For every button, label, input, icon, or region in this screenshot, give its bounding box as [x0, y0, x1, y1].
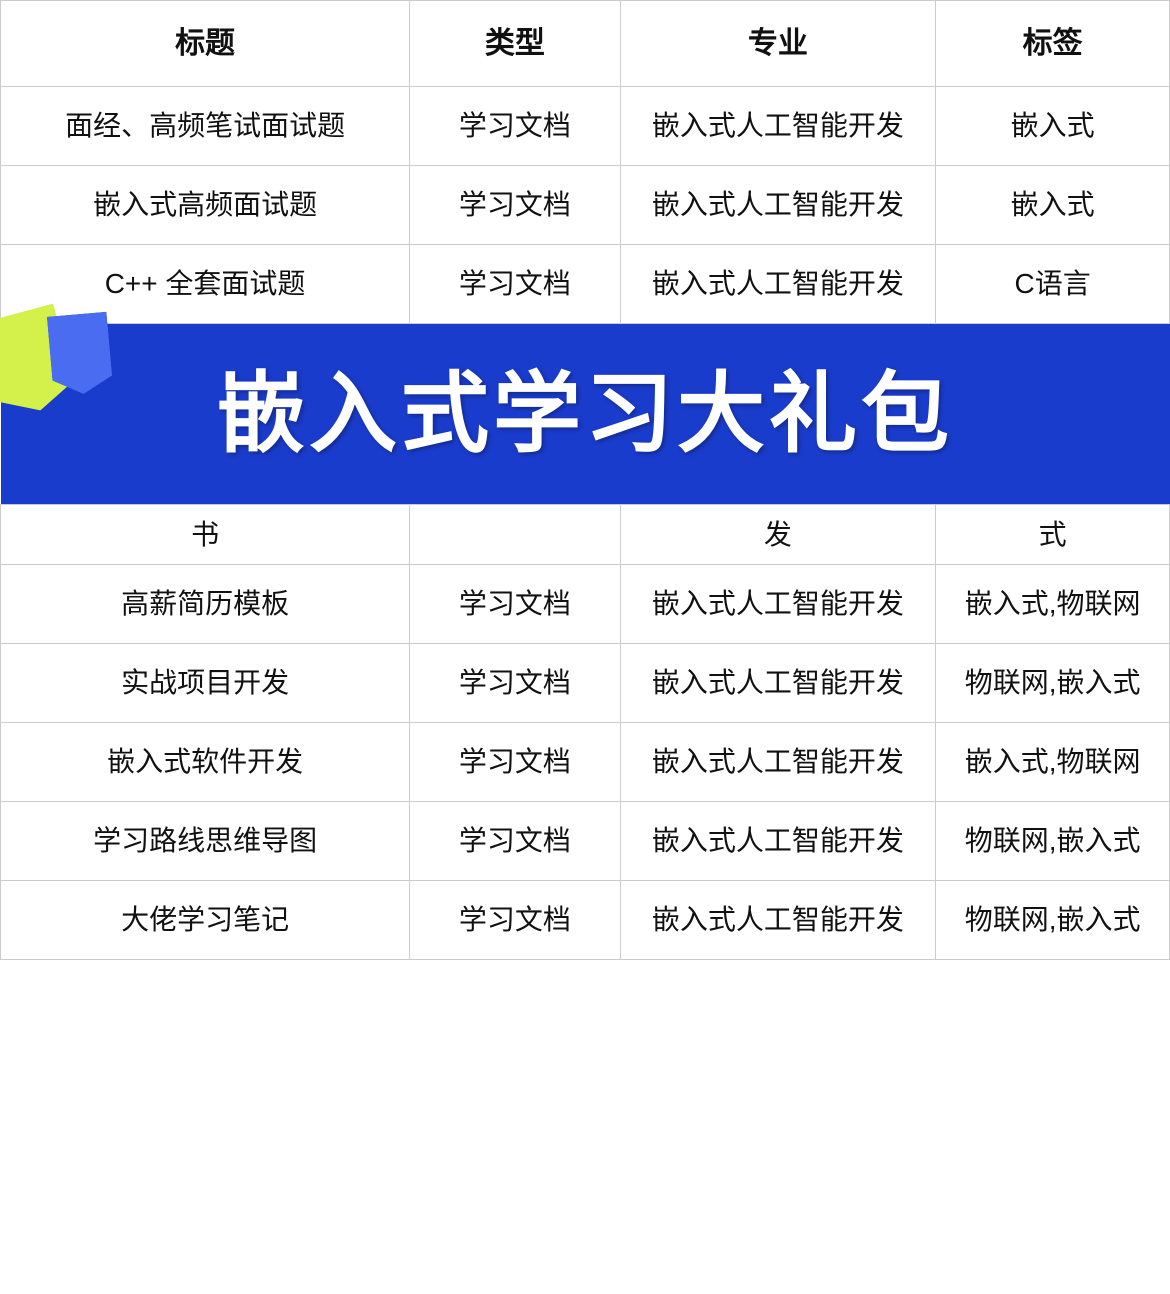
- cell-type-partial: [410, 505, 620, 565]
- cell-title: 面经、高频笔试面试题: [1, 87, 410, 166]
- header-title: 标题: [1, 1, 410, 87]
- cell-major: 嵌入式人工智能开发: [620, 565, 936, 644]
- cell-major: 嵌入式人工智能开发: [620, 166, 936, 245]
- banner-row: 嵌入式学习大礼包: [1, 324, 1170, 505]
- cell-type: 学习文档: [410, 87, 620, 166]
- header-type: 类型: [410, 1, 620, 87]
- cell-title: 学习路线思维导图: [1, 802, 410, 881]
- table-row-partial: 书 发 式: [1, 505, 1170, 565]
- banner-cell-container: 嵌入式学习大礼包: [1, 324, 1170, 505]
- table-row: 嵌入式高频面试题 学习文档 嵌入式人工智能开发 嵌入式: [1, 166, 1170, 245]
- cell-tag: 物联网,嵌入式: [936, 881, 1170, 960]
- cell-title: 实战项目开发: [1, 644, 410, 723]
- cell-title: 嵌入式软件开发: [1, 723, 410, 802]
- cell-tag: 物联网,嵌入式: [936, 644, 1170, 723]
- cell-type: 学习文档: [410, 166, 620, 245]
- cell-major: 嵌入式人工智能开发: [620, 802, 936, 881]
- table-row: 高薪简历模板 学习文档 嵌入式人工智能开发 嵌入式,物联网: [1, 565, 1170, 644]
- banner-cell: 嵌入式学习大礼包: [1, 324, 1170, 504]
- cell-tag-partial: 式: [936, 505, 1170, 565]
- table-row: 大佬学习笔记 学习文档 嵌入式人工智能开发 物联网,嵌入式: [1, 881, 1170, 960]
- cell-major: 嵌入式人工智能开发: [620, 881, 936, 960]
- cell-title-partial: 书: [1, 505, 410, 565]
- cell-tag: C语言: [936, 245, 1170, 324]
- cell-title: C++ 全套面试题: [1, 245, 410, 324]
- cell-tag: 嵌入式: [936, 166, 1170, 245]
- cell-major: 嵌入式人工智能开发: [620, 644, 936, 723]
- table-header-row: 标题 类型 专业 标签: [1, 1, 1170, 87]
- cell-major: 嵌入式人工智能开发: [620, 87, 936, 166]
- header-tag: 标签: [936, 1, 1170, 87]
- table-row: 嵌入式软件开发 学习文档 嵌入式人工智能开发 嵌入式,物联网: [1, 723, 1170, 802]
- cell-major: 嵌入式人工智能开发: [620, 245, 936, 324]
- cell-tag: 嵌入式: [936, 87, 1170, 166]
- cell-major: 嵌入式人工智能开发: [620, 723, 936, 802]
- banner-text: 嵌入式学习大礼包: [217, 348, 953, 480]
- table-row: 面经、高频笔试面试题 学习文档 嵌入式人工智能开发 嵌入式: [1, 87, 1170, 166]
- cell-major-partial: 发: [620, 505, 936, 565]
- table-row: C++ 全套面试题 学习文档 嵌入式人工智能开发 C语言: [1, 245, 1170, 324]
- cell-type: 学习文档: [410, 802, 620, 881]
- cell-tag: 嵌入式,物联网: [936, 723, 1170, 802]
- cell-type: 学习文档: [410, 644, 620, 723]
- cell-type: 学习文档: [410, 723, 620, 802]
- cell-title: 大佬学习笔记: [1, 881, 410, 960]
- header-major: 专业: [620, 1, 936, 87]
- cell-tag: 嵌入式,物联网: [936, 565, 1170, 644]
- table-row: 学习路线思维导图 学习文档 嵌入式人工智能开发 物联网,嵌入式: [1, 802, 1170, 881]
- cell-type: 学习文档: [410, 565, 620, 644]
- main-table-container: 标题 类型 专业 标签 面经、高频笔试面试题 学习文档 嵌入式人工智能开发 嵌入…: [0, 0, 1170, 960]
- cell-tag: 物联网,嵌入式: [936, 802, 1170, 881]
- cell-title: 高薪简历模板: [1, 565, 410, 644]
- cell-title: 嵌入式高频面试题: [1, 166, 410, 245]
- cell-type: 学习文档: [410, 245, 620, 324]
- banner-overlay: 嵌入式学习大礼包: [1, 324, 1170, 504]
- table-row: 实战项目开发 学习文档 嵌入式人工智能开发 物联网,嵌入式: [1, 644, 1170, 723]
- cell-type: 学习文档: [410, 881, 620, 960]
- content-table: 标题 类型 专业 标签 面经、高频笔试面试题 学习文档 嵌入式人工智能开发 嵌入…: [0, 0, 1170, 960]
